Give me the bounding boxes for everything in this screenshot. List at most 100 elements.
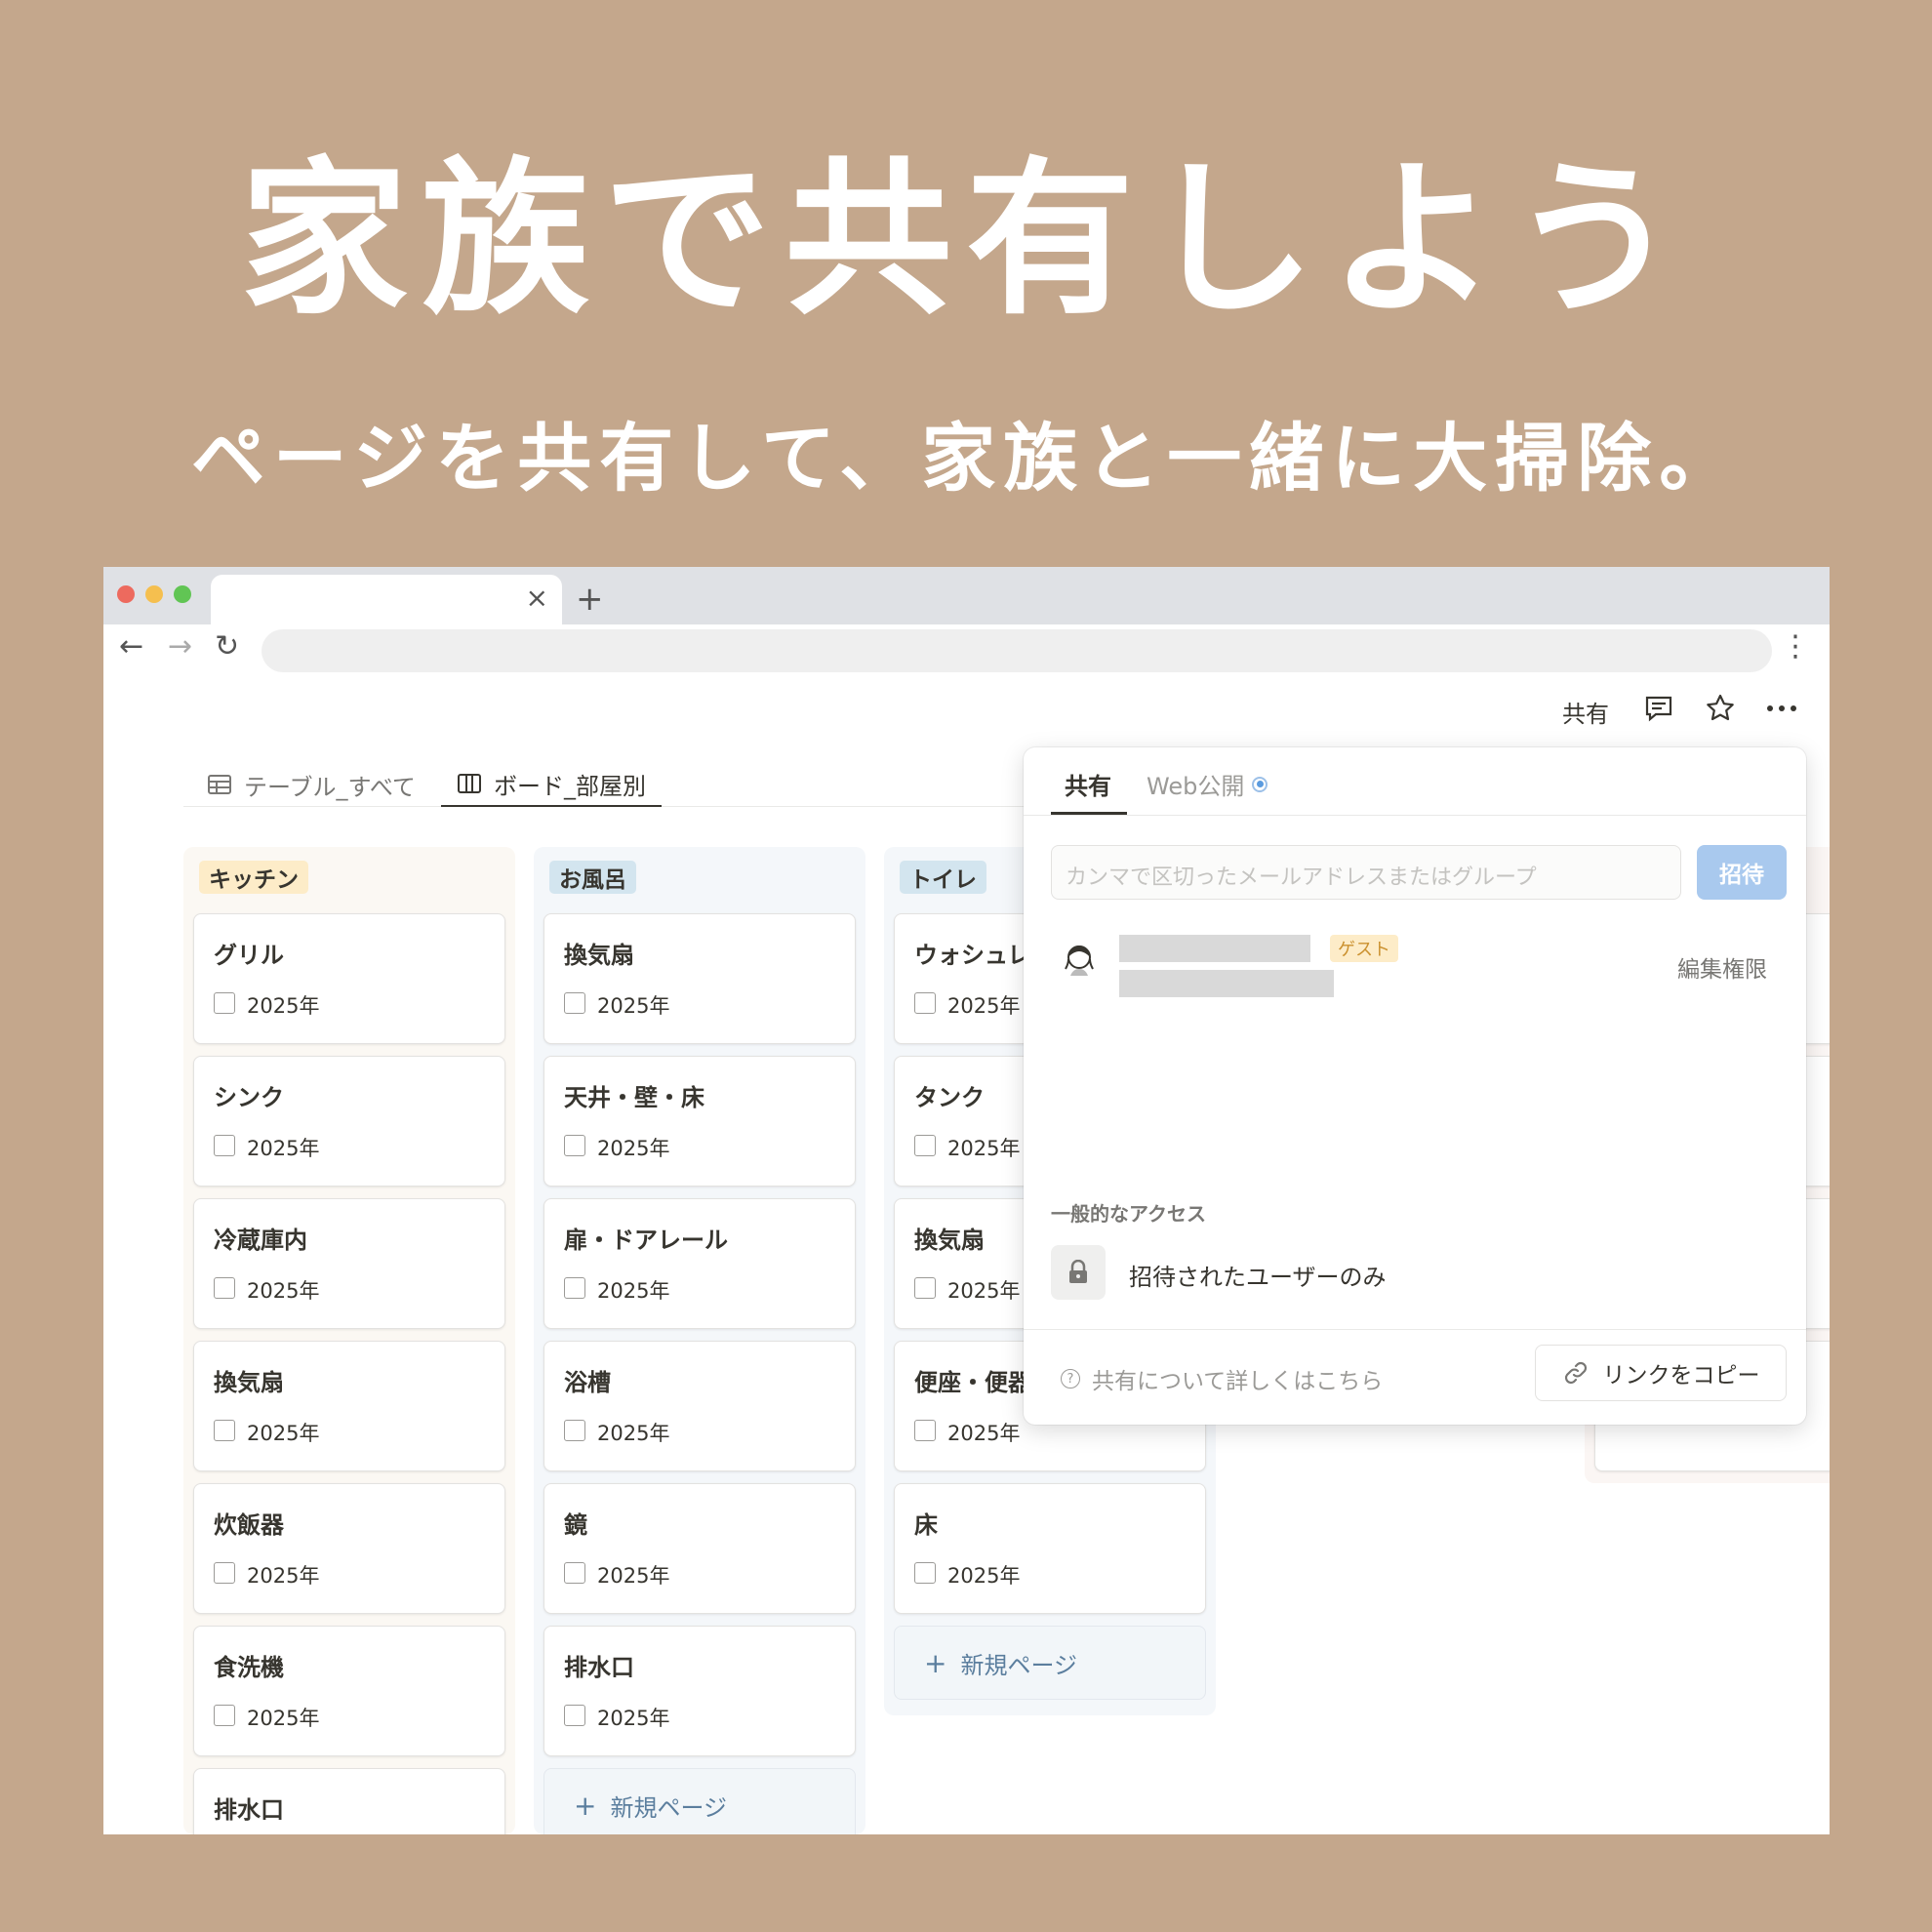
- view-label: テーブル_すべて: [244, 773, 416, 801]
- more-icon[interactable]: [1762, 689, 1801, 728]
- card-checkbox[interactable]: [564, 1420, 585, 1441]
- redacted-user-name: [1119, 935, 1310, 962]
- board-card[interactable]: 炊飯器 2025年: [193, 1483, 505, 1614]
- card-checkbox[interactable]: [914, 1420, 936, 1441]
- card-title: 床: [914, 1511, 938, 1539]
- board-card[interactable]: 天井・壁・床 2025年: [543, 1056, 856, 1187]
- board-icon: [458, 774, 481, 793]
- column-header: お風呂: [549, 861, 636, 894]
- tab-table-all[interactable]: テーブル_すべて: [207, 762, 416, 807]
- board-column: キッチン グリル 2025年 シンク 2025年 冷蔵庫内 2025年 換気扇 2025年 炊飯器…: [183, 847, 515, 1834]
- browser-menu-icon[interactable]: ⋮: [1781, 632, 1810, 662]
- column-header: トイレ: [900, 861, 986, 894]
- back-icon[interactable]: ←: [119, 632, 143, 662]
- board-card[interactable]: 食洗機 2025年: [193, 1626, 505, 1756]
- board-card[interactable]: 浴槽 2025年: [543, 1341, 856, 1471]
- card-year-label: 2025年: [247, 1422, 320, 1445]
- card-checkbox[interactable]: [564, 1277, 585, 1299]
- web-publish-label: Web公開: [1147, 773, 1245, 800]
- board-card[interactable]: グリル 2025年: [193, 913, 505, 1044]
- card-year-label: 2025年: [247, 994, 320, 1018]
- tab-web-publish[interactable]: Web公開: [1147, 767, 1268, 801]
- board-card[interactable]: 換気扇 2025年: [543, 913, 856, 1044]
- invite-email-input[interactable]: カンマで区切ったメールアドレスまたはグループ: [1051, 845, 1681, 900]
- minimize-window-button[interactable]: [145, 585, 163, 603]
- forward-icon[interactable]: →: [168, 632, 192, 662]
- close-tab-icon[interactable]: ×: [526, 584, 548, 612]
- card-title: 排水口: [564, 1654, 634, 1681]
- board-card[interactable]: シンク 2025年: [193, 1056, 505, 1187]
- link-icon: [1564, 1361, 1587, 1385]
- board-card[interactable]: 冷蔵庫内 2025年: [193, 1198, 505, 1329]
- card-year-label: 2025年: [947, 1564, 1021, 1588]
- card-checkbox[interactable]: [914, 992, 936, 1014]
- board-card[interactable]: 排水口: [193, 1768, 505, 1834]
- card-checkbox[interactable]: [214, 1705, 235, 1726]
- card-checkbox[interactable]: [214, 1135, 235, 1156]
- card-checkbox[interactable]: [564, 992, 585, 1014]
- tab-share[interactable]: 共有: [1065, 767, 1111, 801]
- invite-button[interactable]: 招待: [1697, 845, 1787, 900]
- web-publish-status-icon: [1252, 776, 1268, 792]
- board-card[interactable]: 排水口 2025年: [543, 1626, 856, 1756]
- card-checkbox[interactable]: [564, 1135, 585, 1156]
- card-checkbox[interactable]: [214, 1562, 235, 1584]
- card-year-label: 2025年: [597, 994, 670, 1018]
- help-text: 共有について詳しくはこちら: [1092, 1369, 1384, 1394]
- card-checkbox[interactable]: [214, 1277, 235, 1299]
- table-icon: [208, 775, 231, 794]
- browser-tab[interactable]: ×: [211, 575, 562, 624]
- close-window-button[interactable]: [117, 585, 135, 603]
- board-card[interactable]: 鏡 2025年: [543, 1483, 856, 1614]
- star-icon[interactable]: [1701, 689, 1740, 728]
- card-checkbox[interactable]: [214, 1420, 235, 1441]
- hero-title: 家族で共有しよう: [240, 141, 1692, 338]
- card-title: 天井・壁・床: [564, 1084, 704, 1111]
- hero-subtitle: ページを共有して、家族と一緒に大掃除。: [190, 415, 1742, 502]
- board-card[interactable]: 床 2025年: [894, 1483, 1206, 1614]
- card-year-label: 2025年: [247, 1707, 320, 1730]
- card-checkbox[interactable]: [914, 1562, 936, 1584]
- browser-window: × + ← → ↻ ⋮ 共有 テーブル_すべて ボード_部屋別 キッチングリル 2…: [103, 567, 1830, 1834]
- redacted-user-email: [1119, 970, 1334, 997]
- card-checkbox[interactable]: [564, 1705, 585, 1726]
- address-bar[interactable]: [262, 629, 1772, 672]
- card-checkbox[interactable]: [914, 1135, 936, 1156]
- card-title: タンク: [914, 1084, 985, 1111]
- card-year-label: 2025年: [947, 1137, 1021, 1160]
- card-year-label: 2025年: [597, 1137, 670, 1160]
- new-page-button[interactable]: + 新規ページ: [543, 1768, 856, 1834]
- card-checkbox[interactable]: [214, 992, 235, 1014]
- share-button[interactable]: 共有: [1562, 695, 1609, 729]
- card-title: 換気扇: [214, 1369, 284, 1396]
- card-year-label: 2025年: [247, 1137, 320, 1160]
- reload-icon[interactable]: ↻: [215, 632, 239, 662]
- card-title: 排水口: [214, 1796, 284, 1824]
- card-year-label: 2025年: [947, 1279, 1021, 1303]
- board-card[interactable]: 扉・ドアレール 2025年: [543, 1198, 856, 1329]
- card-checkbox[interactable]: [914, 1277, 936, 1299]
- avatar: [1061, 941, 1098, 978]
- permission-dropdown[interactable]: 編集権限: [1677, 950, 1767, 984]
- comment-icon[interactable]: [1639, 689, 1678, 728]
- share-popover: 共有 Web公開 カンマで区切ったメールアドレスまたはグループ 招待 ゲスト 編…: [1024, 747, 1806, 1425]
- lock-icon: [1051, 1245, 1106, 1300]
- card-title: 鏡: [564, 1511, 587, 1539]
- maximize-window-button[interactable]: [174, 585, 191, 603]
- new-page-button[interactable]: + 新規ページ: [894, 1626, 1206, 1700]
- tab-board-by-room[interactable]: ボード_部屋別: [441, 762, 662, 807]
- help-link[interactable]: ? 共有について詳しくはこちら: [1061, 1362, 1383, 1395]
- tab-strip: × +: [103, 567, 1830, 624]
- card-year-label: 2025年: [597, 1279, 670, 1303]
- general-access-label: 一般的なアクセス: [1051, 1202, 1206, 1226]
- new-page-label: 新規ページ: [610, 1793, 727, 1822]
- help-icon: ?: [1061, 1369, 1080, 1389]
- copy-link-label: リンクをコピー: [1602, 1363, 1760, 1389]
- card-checkbox[interactable]: [564, 1562, 585, 1584]
- popover-tabs: 共有 Web公開: [1024, 747, 1806, 816]
- general-access-dropdown[interactable]: 招待されたユーザーのみ: [1129, 1258, 1387, 1292]
- board-card[interactable]: 換気扇 2025年: [193, 1341, 505, 1471]
- column-header: キッチン: [199, 861, 308, 894]
- copy-link-button[interactable]: リンクをコピー: [1535, 1345, 1787, 1401]
- new-tab-icon[interactable]: +: [576, 583, 604, 616]
